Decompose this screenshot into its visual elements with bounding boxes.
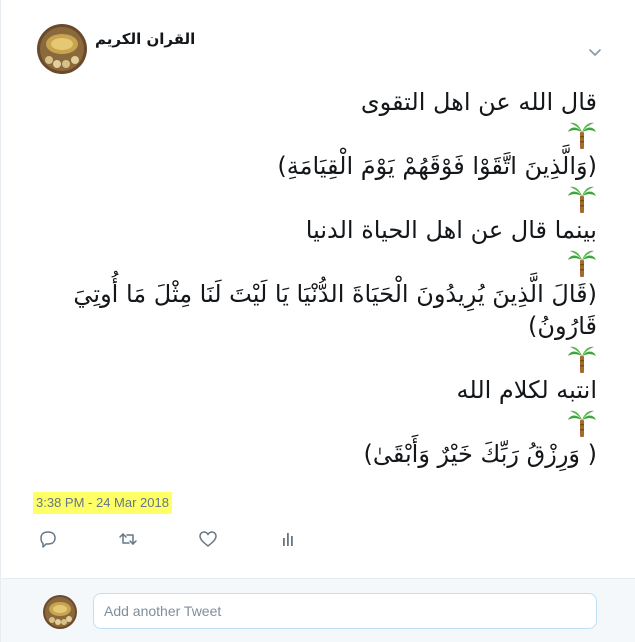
- tweet-line-5: انتبه لكلام الله: [456, 376, 598, 404]
- add-tweet-input[interactable]: Add another Tweet: [93, 593, 597, 629]
- tweet-header: القران الكريم: [37, 24, 607, 80]
- display-name[interactable]: القران الكريم: [95, 30, 195, 48]
- tweet-card: القران الكريم قال الله عن اهل التقوى (وَ…: [0, 0, 635, 642]
- retweet-icon[interactable]: [117, 528, 139, 550]
- chevron-down-icon[interactable]: [587, 44, 603, 60]
- heart-icon[interactable]: [197, 528, 219, 550]
- tweet-text: قال الله عن اهل التقوى (وَالَّذِينَ اتَّ…: [31, 86, 597, 470]
- tweet-line-4: (قَالَ الَّذِينَ يُرِيدُونَ الْحَيَاةَ ا…: [73, 280, 597, 340]
- tweet-timestamp[interactable]: 3:38 PM - 24 Mar 2018: [33, 492, 172, 514]
- tweet-line-1: قال الله عن اهل التقوى: [360, 88, 597, 116]
- avatar[interactable]: [43, 595, 77, 629]
- tweet-line-2: (وَالَّذِينَ اتَّقَوْا فَوْقَهُمْ يَوْمَ…: [277, 152, 597, 180]
- reply-icon[interactable]: [37, 528, 59, 550]
- reply-composer: Add another Tweet: [1, 578, 635, 642]
- palm-tree-icon: [31, 342, 597, 374]
- tweet-line-3: بينما قال عن اهل الحياة الدنيا: [305, 216, 597, 244]
- tweet-line-6: ( وَرِزْقُ رَبِّكَ خَيْرٌ وَأَبْقَىٰ): [363, 440, 597, 468]
- palm-tree-icon: [31, 406, 597, 438]
- avatar[interactable]: [37, 24, 87, 74]
- palm-tree-icon: [31, 182, 597, 214]
- analytics-icon[interactable]: [277, 528, 299, 550]
- palm-tree-icon: [31, 246, 597, 278]
- palm-tree-icon: [31, 118, 597, 150]
